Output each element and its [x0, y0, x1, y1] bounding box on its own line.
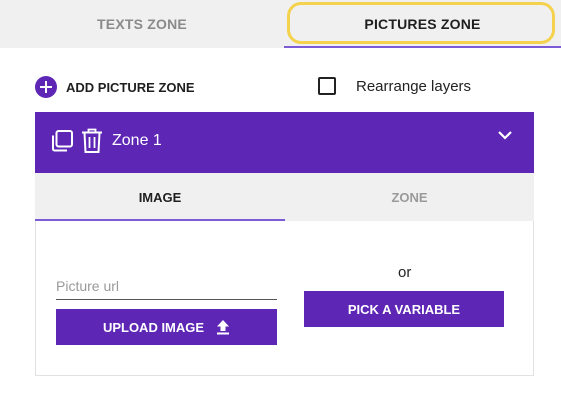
picture-zone-panel: Zone 1 IMAGE ZONE UPLOAD IMAGE or PICK A…: [35, 112, 534, 376]
upload-image-label: UPLOAD IMAGE: [102, 319, 205, 335]
rearrange-layers-checkbox[interactable]: [318, 77, 336, 95]
tab-texts-zone[interactable]: TEXTS ZONE: [0, 0, 284, 48]
copy-icon[interactable]: [50, 129, 74, 153]
active-tab-indicator: [284, 46, 561, 48]
zone-content-tabs: IMAGE ZONE: [35, 173, 534, 221]
add-picture-zone-label: ADD PICTURE ZONE: [66, 79, 195, 95]
plus-icon: [35, 76, 57, 98]
pick-variable-button[interactable]: PICK A VARIABLE: [304, 291, 504, 327]
tab-image-label: IMAGE: [138, 189, 182, 205]
rearrange-layers-label: Rearrange layers: [356, 77, 472, 95]
rearrange-layers-option: Rearrange layers: [318, 76, 471, 96]
active-tab-indicator: [35, 219, 285, 221]
tab-image[interactable]: IMAGE: [35, 173, 285, 221]
pick-variable-label: PICK A VARIABLE: [347, 301, 461, 317]
upload-image-button[interactable]: UPLOAD IMAGE: [56, 309, 277, 345]
zone-header[interactable]: Zone 1: [35, 112, 534, 173]
tab-pictures-zone-label: PICTURES ZONE: [364, 16, 481, 32]
chevron-down-icon[interactable]: [497, 128, 513, 142]
or-separator: or: [398, 264, 412, 281]
picture-url-input[interactable]: [56, 276, 277, 300]
tab-texts-zone-label: TEXTS ZONE: [97, 16, 187, 32]
zone-title: Zone 1: [112, 132, 162, 149]
tab-zone-label: ZONE: [391, 189, 428, 205]
zone-type-tabs: TEXTS ZONE PICTURES ZONE: [0, 0, 561, 48]
trash-icon[interactable]: [80, 128, 104, 154]
upload-icon: [217, 320, 230, 335]
add-picture-zone-button[interactable]: ADD PICTURE ZONE: [35, 75, 195, 99]
tab-zone[interactable]: ZONE: [285, 173, 534, 221]
tab-pictures-zone[interactable]: PICTURES ZONE: [284, 0, 561, 48]
